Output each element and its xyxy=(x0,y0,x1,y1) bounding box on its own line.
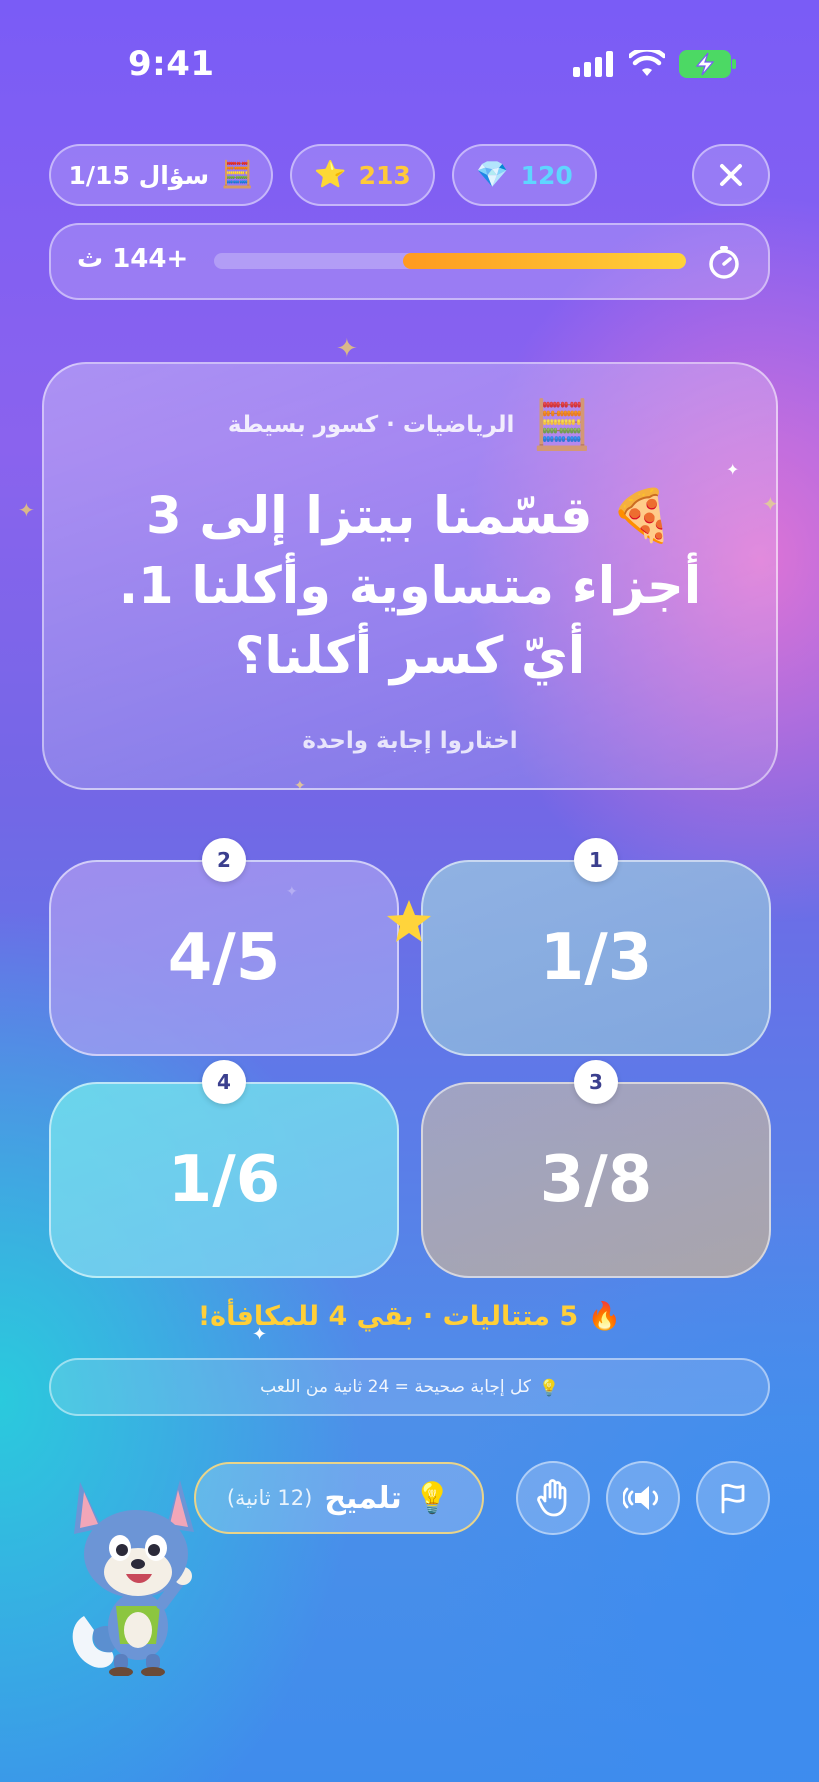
timer-bonus-text: +144 ث xyxy=(77,244,189,274)
flag-icon xyxy=(721,1483,745,1514)
answer-option-2[interactable]: 4/5 xyxy=(49,860,399,1056)
info-bar: كل إجابة صحيحة = 24 ثانية من اللعب 💡 xyxy=(49,1358,770,1416)
gems-value: 120 xyxy=(520,160,573,190)
gem-icon: 💎 xyxy=(476,160,509,190)
answer-value: 3/8 xyxy=(539,1143,653,1217)
star-icon: ⭐ xyxy=(314,160,347,190)
stars-counter: ⭐ 213 xyxy=(290,144,435,206)
hint-button[interactable]: 💡 تلميح (12 ثانية) xyxy=(194,1462,484,1534)
status-time: 9:41 xyxy=(128,44,215,84)
sparkle-decoration: ✦ xyxy=(336,334,358,364)
lightbulb-icon: 💡 xyxy=(413,1480,452,1516)
answer-number-badge: 2 xyxy=(202,838,246,882)
signal-icon xyxy=(573,51,613,77)
answer-number-badge: 1 xyxy=(574,838,618,882)
close-button[interactable] xyxy=(692,144,770,206)
answer-option-4[interactable]: 1/6 xyxy=(49,1082,399,1278)
question-card: الرياضيات · كسور بسيطة 🧮 🍕 قسّمنا بيتزا … xyxy=(42,362,778,790)
answer-number-badge: 3 xyxy=(574,1060,618,1104)
question-subject: الرياضيات · كسور بسيطة 🧮 xyxy=(44,396,776,453)
hint-cost: (12 ثانية) xyxy=(226,1486,313,1510)
hint-label: تلميح xyxy=(324,1480,402,1516)
timer-bar: +144 ث xyxy=(49,223,770,300)
close-icon xyxy=(720,164,742,186)
answer-value: 1/6 xyxy=(167,1143,281,1217)
question-instruction: اختاروا إجابة واحدة xyxy=(302,728,518,754)
wifi-icon xyxy=(629,50,665,76)
answer-value: 4/5 xyxy=(167,921,281,995)
question-counter: سؤال 1/15 🧮 xyxy=(49,144,273,206)
question-counter-label: سؤال 1/15 xyxy=(68,160,210,190)
fox-mascot-image xyxy=(72,1480,194,1676)
timer-fill xyxy=(402,253,686,269)
audio-button[interactable] xyxy=(606,1461,680,1535)
answer-option-3[interactable]: 3/8 xyxy=(421,1082,771,1278)
speaker-icon xyxy=(623,1486,659,1510)
gems-counter: 💎 120 xyxy=(452,144,597,206)
stars-value: 213 xyxy=(358,160,411,190)
answer-value: 1/3 xyxy=(539,921,653,995)
hand-icon xyxy=(537,1479,567,1517)
abacus-icon: 🧮 xyxy=(221,160,254,190)
abacus-icon: 🧮 xyxy=(532,397,593,453)
timer-icon xyxy=(709,246,739,279)
star-icon xyxy=(387,900,431,942)
battery-charging-icon xyxy=(679,50,736,78)
info-text: كل إجابة صحيحة = 24 ثانية من اللعب xyxy=(260,1377,531,1397)
streak-text: 🔥 5 متتاليات · بقي 4 للمكافأة! xyxy=(197,1301,622,1332)
answer-option-1[interactable]: 1/3 xyxy=(421,860,771,1056)
question-text: 🍕 قسّمنا بيتزا إلى 3 أجزاء متساوية وأكلن… xyxy=(118,487,702,686)
status-icons xyxy=(573,50,737,78)
sparkle-decoration: ✦ xyxy=(18,498,35,522)
answer-number-badge: 4 xyxy=(202,1060,246,1104)
raise-hand-button[interactable] xyxy=(516,1461,590,1535)
report-button[interactable] xyxy=(696,1461,770,1535)
timer-track xyxy=(214,253,686,269)
lightbulb-icon: 💡 xyxy=(539,1377,559,1397)
subject-label: الرياضيات · كسور بسيطة xyxy=(227,411,515,438)
